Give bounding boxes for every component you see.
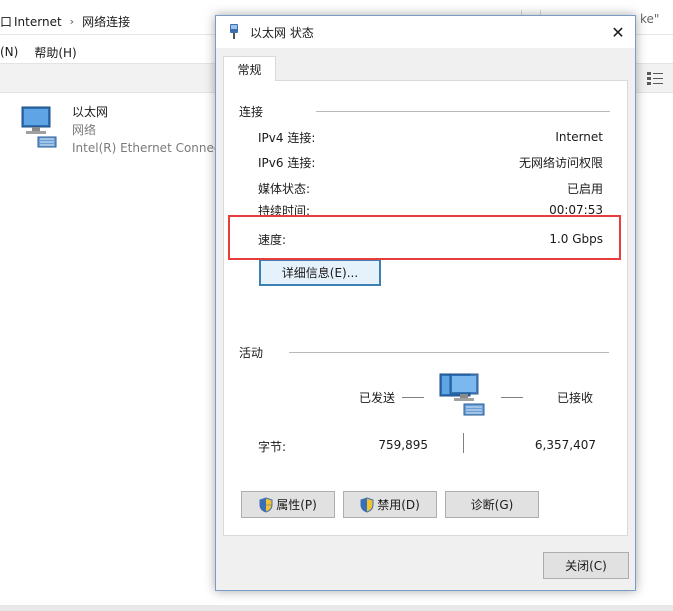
- activity-divider: [289, 352, 609, 353]
- details-button[interactable]: 详细信息(E)...: [259, 259, 381, 286]
- row-ipv6-value: 无网络访问权限: [518, 155, 603, 170]
- speed-highlight-box: [228, 215, 621, 260]
- row-media-state: 媒体状态: 已启用: [258, 177, 603, 199]
- shield-icon: [259, 496, 273, 513]
- connection-heading: 连接: [239, 105, 264, 119]
- received-dash: [501, 397, 523, 398]
- disable-button[interactable]: 禁用(D): [343, 491, 437, 518]
- shield-icon: [360, 496, 374, 513]
- breadcrumb-internet[interactable]: Internet: [14, 15, 62, 29]
- dialog-title: 以太网 状态: [250, 25, 314, 40]
- properties-button-label: 属性(P): [276, 498, 317, 512]
- menu-item-view[interactable]: (N): [0, 45, 18, 59]
- sent-label: 已发送: [359, 391, 396, 405]
- diagnose-button[interactable]: 诊断(G): [445, 491, 539, 518]
- menu-item-help[interactable]: 帮助(H): [34, 44, 76, 61]
- row-ipv6-label: IPv6 连接:: [258, 155, 316, 170]
- adapter-device: Intel(R) Ethernet Connect: [72, 141, 226, 155]
- view-mode-icon[interactable]: [646, 70, 664, 86]
- row-ipv4: IPv4 连接: Internet: [258, 126, 603, 148]
- network-adapter-icon: [439, 373, 485, 416]
- general-tab-panel: 连接 IPv4 连接: Internet IPv6 连接: 无网络访问权限 媒体…: [223, 80, 628, 536]
- dialog-titlebar[interactable]: 以太网 状态 ✕: [216, 16, 635, 48]
- adapter-item-ethernet[interactable]: 以太网 网络 Intel(R) Ethernet Connect: [18, 103, 225, 157]
- search-box-text[interactable]: ke": [640, 12, 659, 26]
- breadcrumb-network-connections[interactable]: 网络连接: [82, 13, 130, 30]
- breadcrumb-chevron-icon: ›: [69, 15, 75, 28]
- bytes-received: 6,357,407: [534, 438, 596, 452]
- row-media-state-label: 媒体状态:: [258, 181, 311, 196]
- row-ipv6: IPv6 连接: 无网络访问权限: [258, 151, 603, 173]
- ethernet-status-dialog: 以太网 状态 ✕ 常规 连接 IPv4 连接: Internet IPv6 连接…: [215, 15, 636, 591]
- adapter-name: 以太网: [72, 105, 109, 119]
- activity-heading: 活动: [239, 346, 264, 360]
- connection-divider: [316, 111, 610, 112]
- bytes-label: 字节:: [258, 440, 287, 454]
- disable-button-label: 禁用(D): [377, 498, 420, 512]
- received-label: 已接收: [557, 391, 594, 405]
- row-ipv4-value: Internet: [555, 130, 603, 144]
- bytes-separator: [463, 433, 464, 453]
- close-icon[interactable]: ✕: [601, 16, 635, 48]
- adapter-status: 网络: [72, 123, 97, 137]
- row-ipv4-label: IPv4 连接:: [258, 130, 316, 145]
- status-bar: [0, 605, 673, 611]
- network-adapter-icon: [21, 106, 57, 148]
- close-button[interactable]: 关闭(C): [543, 552, 629, 579]
- properties-button[interactable]: 属性(P): [241, 491, 335, 518]
- ethernet-port-icon: [230, 24, 238, 39]
- bytes-sent: 759,895: [378, 438, 428, 452]
- breadcrumb-prefix: 口: [0, 15, 13, 29]
- row-media-state-value: 已启用: [566, 181, 603, 196]
- tab-general[interactable]: 常规: [223, 56, 276, 81]
- sent-dash: [402, 397, 424, 398]
